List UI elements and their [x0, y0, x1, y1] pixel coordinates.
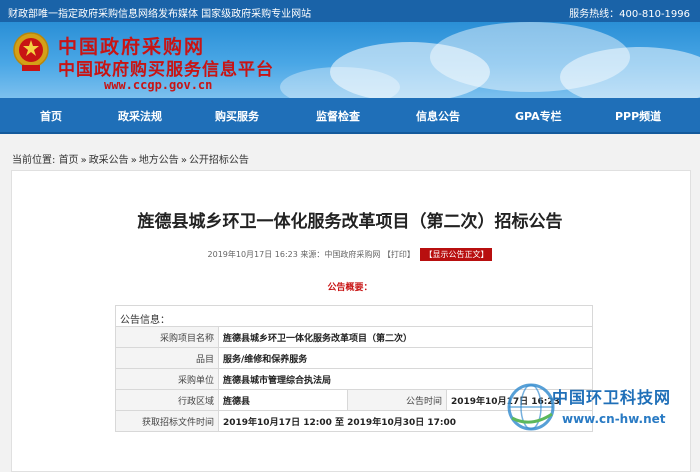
breadcrumb: 当前位置: 首页» 政采公告» 地方公告» 公开招标公告 [12, 151, 249, 166]
article-meta: 2019年10月17日 16:23 来源：中国政府采购网 【打印】 【显示公告正… [0, 248, 700, 261]
breadcrumb-separator: » [130, 155, 137, 166]
watermark-name: 中国环卫科技网 [552, 388, 672, 407]
service-hotline: 服务热线：400-810-1996 [569, 9, 690, 20]
header-banner: 中国政府采购网 中国政府购买服务信息平台 www.ccgp.gov.cn [0, 22, 700, 98]
field-label: 品目 [115, 347, 219, 369]
table-row: 采购项目名称 旌德县城乡环卫一体化服务改革项目（第二次） [115, 326, 593, 348]
main-nav: 首页 政采法规 购买服务 监督检查 信息公告 GPA专栏 PPP频道 [0, 98, 700, 134]
top-info-bar: 财政部唯一指定政府采购信息网络发布媒体 国家级政府采购专业网站 服务热线：400… [0, 0, 700, 22]
site-logo-url: www.ccgp.gov.cn [104, 78, 213, 92]
breadcrumb-item[interactable]: 政采公告 [89, 155, 129, 166]
nav-announcements[interactable]: 信息公告 [416, 108, 460, 124]
breadcrumb-separator: » [80, 155, 87, 166]
article-title: 旌德县城乡环卫一体化服务改革项目（第二次）招标公告 [137, 212, 563, 232]
nav-gpa[interactable]: GPA专栏 [515, 108, 562, 124]
field-label: 采购项目名称 [115, 326, 219, 348]
watermark-logo: 中国环卫科技网 www.cn-hw.net [502, 378, 700, 449]
watermark-url: www.cn-hw.net [562, 412, 666, 426]
publish-info: 2019年10月17日 16:23 来源：中国政府采购网 【打印】 [207, 250, 415, 259]
breadcrumb-prefix: 当前位置: [12, 155, 56, 166]
field-value: 旌德县城乡环卫一体化服务改革项目（第二次） [218, 326, 593, 348]
site-logo-subtitle: 中国政府购买服务信息平台 [58, 60, 274, 80]
info-section-header: 公告信息： [115, 305, 593, 327]
field-label: 公告时间 [347, 389, 447, 411]
summary-heading: 公告概要： [327, 283, 373, 293]
show-body-button[interactable]: 【显示公告正文】 [420, 248, 493, 261]
nav-purchase-services[interactable]: 购买服务 [215, 108, 259, 124]
breadcrumb-item[interactable]: 地方公告 [139, 155, 179, 166]
field-value: 旌德县 [218, 389, 348, 411]
site-tagline: 财政部唯一指定政府采购信息网络发布媒体 国家级政府采购专业网站 [8, 9, 312, 20]
nav-ppp[interactable]: PPP频道 [615, 108, 661, 124]
nav-home[interactable]: 首页 [40, 108, 62, 124]
field-value: 服务/维修和保养服务 [218, 347, 593, 369]
field-label: 行政区域 [115, 389, 219, 411]
breadcrumb-separator: » [180, 155, 187, 166]
table-row: 品目 服务/维修和保养服务 [115, 347, 593, 369]
national-emblem-icon [13, 32, 49, 71]
nav-regulations[interactable]: 政采法规 [118, 108, 162, 124]
breadcrumb-item[interactable]: 首页 [59, 155, 79, 166]
field-label: 获取招标文件时间 [115, 410, 219, 432]
field-label: 采购单位 [115, 368, 219, 390]
nav-supervision[interactable]: 监督检查 [316, 108, 360, 124]
breadcrumb-item[interactable]: 公开招标公告 [189, 155, 249, 166]
